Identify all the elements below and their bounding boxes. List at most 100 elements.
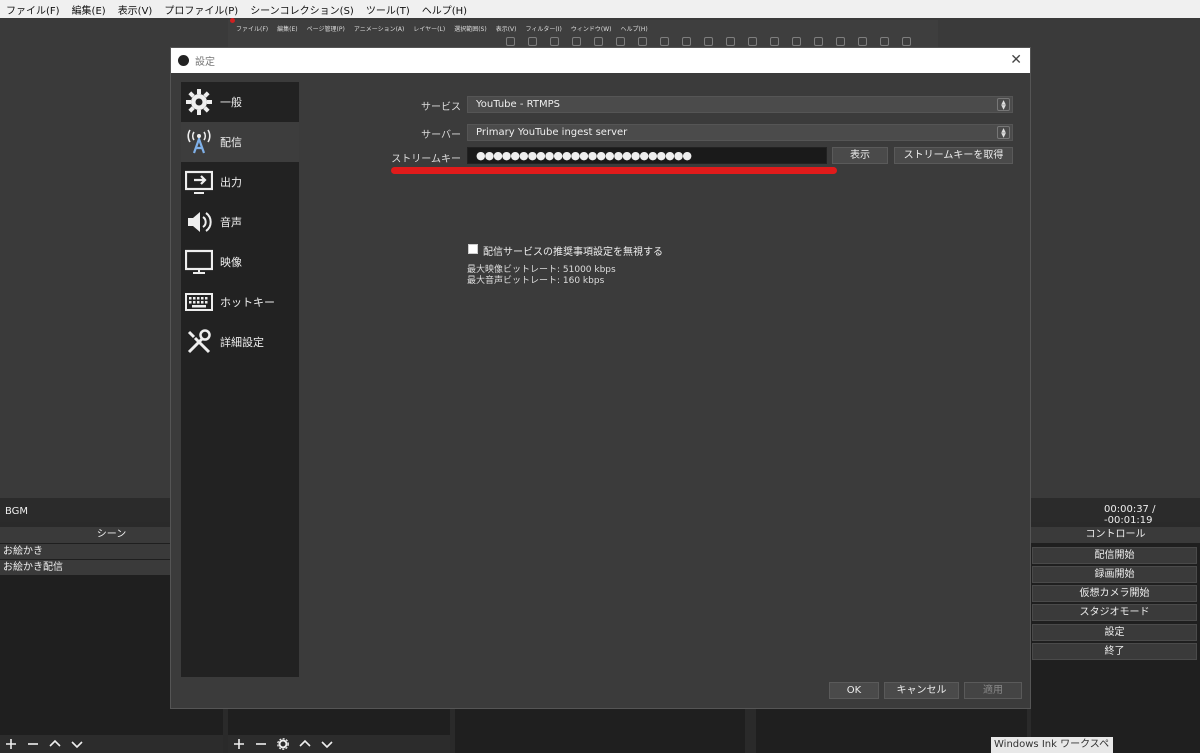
captured-menu-item: 表示(V) bbox=[495, 26, 517, 33]
nav-label: 出力 bbox=[220, 176, 242, 189]
tool-icon bbox=[550, 37, 559, 46]
bgm-label: BGM bbox=[5, 506, 29, 517]
stream-key-input[interactable]: ●●●●●●●●●●●●●●●●●●●●●●●●● bbox=[467, 147, 827, 164]
tools-icon bbox=[184, 327, 214, 357]
captured-menu-item: ページ管理(P) bbox=[306, 26, 345, 33]
tool-icon bbox=[726, 37, 735, 46]
media-time: 00:00:37 / -00:01:19 bbox=[1104, 504, 1156, 526]
captured-app-menu: ファイル(F) 編集(E) ページ管理(P) アニメーション(A) レイヤー(L… bbox=[236, 24, 657, 33]
close-icon[interactable]: ✕ bbox=[1010, 52, 1022, 68]
menu-profile[interactable]: プロファイル(P) bbox=[164, 2, 238, 17]
add-scene-button[interactable] bbox=[0, 735, 22, 753]
tool-icon bbox=[506, 37, 515, 46]
service-select[interactable]: YouTube - RTMPS ▲ ▼ bbox=[467, 96, 1013, 113]
updown-arrow-icon: ▲ ▼ bbox=[997, 98, 1010, 111]
captured-menu-item: フィルター(I) bbox=[525, 26, 562, 33]
nav-advanced[interactable]: 詳細設定 bbox=[181, 322, 299, 362]
service-label: サービス bbox=[421, 102, 461, 113]
move-up-button[interactable] bbox=[44, 735, 66, 753]
server-select[interactable]: Primary YouTube ingest server ▲ ▼ bbox=[467, 124, 1013, 141]
tool-icon bbox=[858, 37, 867, 46]
dialog-titlebar: 設定 ✕ bbox=[171, 48, 1030, 73]
menu-file[interactable]: ファイル(F) bbox=[6, 2, 60, 17]
ignore-recommendations-checkbox[interactable] bbox=[468, 244, 478, 254]
sources-toolbar bbox=[228, 735, 450, 753]
red-annotation-underline bbox=[391, 167, 837, 174]
nav-output[interactable]: 出力 bbox=[181, 162, 299, 202]
captured-menu-item: ヘルプ(H) bbox=[620, 26, 648, 33]
obs-logo-icon bbox=[178, 55, 189, 66]
captured-menu-item: 選択範囲(S) bbox=[454, 26, 487, 33]
exit-button[interactable]: 終了 bbox=[1032, 643, 1197, 660]
nav-label: 音声 bbox=[220, 216, 242, 229]
nav-video[interactable]: 映像 bbox=[181, 242, 299, 282]
tool-icon bbox=[880, 37, 889, 46]
updown-arrow-icon: ▲ ▼ bbox=[997, 126, 1010, 139]
settings-dialog: 設定 ✕ 一般 配信 出力 音声 映像 ホットキー 詳細設定 サービス YouT… bbox=[170, 47, 1031, 709]
add-source-button[interactable] bbox=[228, 735, 250, 753]
move-down-button[interactable] bbox=[66, 735, 88, 753]
start-recording-button[interactable]: 録画開始 bbox=[1032, 566, 1197, 583]
get-stream-key-button[interactable]: ストリームキーを取得 bbox=[894, 147, 1013, 164]
tool-icon bbox=[594, 37, 603, 46]
menu-view[interactable]: 表示(V) bbox=[118, 2, 153, 17]
nav-label: 映像 bbox=[220, 256, 242, 269]
tool-icon bbox=[616, 37, 625, 46]
move-down-button[interactable] bbox=[316, 735, 338, 753]
ok-button[interactable]: OK bbox=[829, 682, 879, 699]
sources-panel bbox=[228, 709, 450, 735]
menu-scene-collection[interactable]: シーンコレクション(S) bbox=[250, 2, 354, 17]
max-audio-bitrate: 最大音声ビットレート: 160 kbps bbox=[467, 276, 605, 286]
move-up-button[interactable] bbox=[294, 735, 316, 753]
tool-icon bbox=[704, 37, 713, 46]
settings-button[interactable]: 設定 bbox=[1032, 624, 1197, 641]
keyboard-icon bbox=[184, 287, 214, 317]
transitions-panel bbox=[756, 709, 1027, 753]
tool-icon bbox=[792, 37, 801, 46]
nav-stream[interactable]: 配信 bbox=[181, 122, 299, 162]
tool-icon bbox=[638, 37, 647, 46]
captured-menu-item: レイヤー(L) bbox=[413, 26, 446, 33]
start-virtual-camera-button[interactable]: 仮想カメラ開始 bbox=[1032, 585, 1197, 602]
menu-tools[interactable]: ツール(T) bbox=[366, 2, 410, 17]
captured-menu-item: アニメーション(A) bbox=[353, 26, 405, 33]
output-icon bbox=[184, 167, 214, 197]
studio-mode-button[interactable]: スタジオモード bbox=[1032, 604, 1197, 621]
menu-edit[interactable]: 編集(E) bbox=[72, 2, 106, 17]
mixer-panel bbox=[455, 709, 745, 753]
remove-scene-button[interactable] bbox=[22, 735, 44, 753]
speaker-icon bbox=[184, 207, 214, 237]
nav-audio[interactable]: 音声 bbox=[181, 202, 299, 242]
stream-key-label: ストリームキー bbox=[391, 154, 461, 165]
tool-icon bbox=[528, 37, 537, 46]
captured-app-toolbar: ファイル(F) 編集(E) ページ管理(P) アニメーション(A) レイヤー(L… bbox=[228, 18, 938, 48]
ignore-recommendations-label: 配信サービスの推奨事項設定を無視する bbox=[483, 247, 663, 258]
controls-header: コントロール bbox=[1031, 527, 1200, 543]
source-settings-button[interactable] bbox=[272, 735, 294, 753]
apply-button[interactable]: 適用 bbox=[964, 682, 1022, 699]
obs-menubar: ファイル(F) 編集(E) 表示(V) プロファイル(P) シーンコレクション(… bbox=[0, 0, 1200, 18]
server-value: Primary YouTube ingest server bbox=[476, 127, 628, 138]
show-key-button[interactable]: 表示 bbox=[832, 147, 888, 164]
start-streaming-button[interactable]: 配信開始 bbox=[1032, 547, 1197, 564]
nav-label: ホットキー bbox=[220, 296, 275, 309]
tool-icon bbox=[770, 37, 779, 46]
windows-ink-taskbar[interactable]: Windows Ink ワークスペース bbox=[991, 737, 1113, 753]
record-dot-icon bbox=[230, 18, 235, 23]
nav-hotkeys[interactable]: ホットキー bbox=[181, 282, 299, 322]
cancel-button[interactable]: キャンセル bbox=[884, 682, 959, 699]
nav-label: 配信 bbox=[220, 136, 242, 149]
scenes-toolbar bbox=[0, 735, 223, 753]
tool-icon bbox=[814, 37, 823, 46]
service-value: YouTube - RTMPS bbox=[476, 99, 560, 110]
menu-help[interactable]: ヘルプ(H) bbox=[422, 2, 467, 17]
tool-icon bbox=[682, 37, 691, 46]
captured-menu-item: ウィンドウ(W) bbox=[570, 26, 612, 33]
dialog-title: 設定 bbox=[195, 57, 215, 68]
remove-source-button[interactable] bbox=[250, 735, 272, 753]
tool-icon bbox=[572, 37, 581, 46]
tool-icon bbox=[836, 37, 845, 46]
nav-general[interactable]: 一般 bbox=[181, 82, 299, 122]
nav-label: 詳細設定 bbox=[220, 336, 264, 349]
captured-menu-item: ファイル(F) bbox=[236, 26, 269, 33]
